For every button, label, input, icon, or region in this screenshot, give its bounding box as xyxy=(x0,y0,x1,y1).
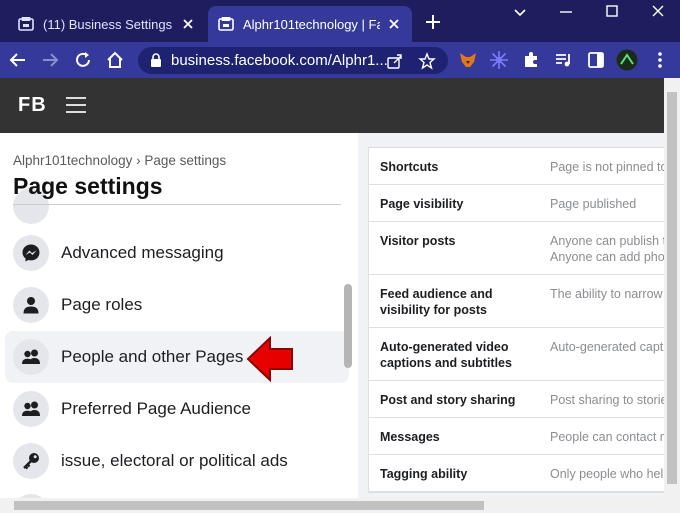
setting-value: Page published xyxy=(550,197,637,211)
menu-item-label: Page roles xyxy=(61,295,143,314)
key-icon xyxy=(13,443,49,479)
breadcrumb-separator: › xyxy=(136,153,141,168)
minimize-icon[interactable] xyxy=(556,4,576,20)
person-icon xyxy=(13,287,49,323)
menu-item-political-ads[interactable]: issue, electoral or political ads xyxy=(5,435,349,487)
maximize-icon[interactable] xyxy=(602,4,622,20)
messenger-icon xyxy=(13,235,49,271)
page-favicon-icon xyxy=(18,17,34,31)
setting-value: Only people who help xyxy=(550,467,664,481)
settings-row-shortcuts[interactable]: Shortcuts Page is not pinned to xyxy=(369,148,664,185)
media-playlist-icon[interactable] xyxy=(554,50,574,70)
page-vertical-scrollbar[interactable] xyxy=(664,78,680,498)
setting-name: Feed audience and visibility for posts xyxy=(380,287,493,317)
tab-business-settings[interactable]: (11) Business Settings xyxy=(8,6,206,42)
menu-item-page-roles[interactable]: Page roles xyxy=(5,279,349,331)
setting-name: Tagging ability xyxy=(380,467,468,481)
close-window-icon[interactable] xyxy=(648,4,668,20)
address-bar[interactable]: business.facebook.com/Alphr1... xyxy=(138,47,448,74)
settings-content: Shortcuts Page is not pinned to Page vis… xyxy=(358,133,664,498)
settings-row-visitor-posts[interactable]: Visitor posts Anyone can publish to Anyo… xyxy=(369,222,664,275)
facebook-top-bar: FB xyxy=(0,78,664,133)
setting-value: People can contact m xyxy=(550,430,664,444)
hamburger-menu-icon[interactable] xyxy=(66,97,86,115)
setting-value-line: Anyone can add photo xyxy=(550,250,664,264)
setting-name: Auto-generated video captions and subtit… xyxy=(380,340,512,370)
tab-title: Alphr101technology | Face xyxy=(243,16,380,32)
settings-row-tagging-ability[interactable]: Tagging ability Only people who help xyxy=(369,455,664,492)
settings-menu-list: Advanced messaging Page roles People and… xyxy=(5,227,349,487)
breadcrumb-current: Page settings xyxy=(144,153,227,168)
scrollbar-thumb[interactable] xyxy=(14,501,484,510)
settings-row-auto-captions[interactable]: Auto-generated video captions and subtit… xyxy=(369,328,664,381)
divider xyxy=(13,204,341,205)
browser-toolbar: business.facebook.com/Alphr1... xyxy=(0,42,680,78)
setting-value: Auto-generated captio xyxy=(550,340,664,354)
breadcrumb-parent[interactable]: Alphr101technology xyxy=(13,153,132,168)
extension-burst-icon[interactable] xyxy=(489,50,509,70)
menu-item-label: People and other Pages xyxy=(61,347,244,366)
new-tab-icon[interactable] xyxy=(424,13,442,31)
settings-row-feed-audience[interactable]: Feed audience and visibility for posts T… xyxy=(369,275,664,328)
settings-row-messages[interactable]: Messages People can contact m xyxy=(369,418,664,455)
tab-search-icon[interactable] xyxy=(510,4,530,20)
tab-close-icon[interactable] xyxy=(180,16,196,32)
setting-name: Messages xyxy=(380,430,440,444)
menu-item-preferred-page-audience[interactable]: Preferred Page Audience xyxy=(5,383,349,435)
back-arrow-icon[interactable] xyxy=(8,50,28,70)
sidebar-scrollbar-thumb[interactable] xyxy=(344,284,352,368)
red-pointer-arrow-icon xyxy=(246,336,293,382)
setting-name: Shortcuts xyxy=(380,160,439,174)
tab-alphr101technology[interactable]: Alphr101technology | Face xyxy=(208,6,412,42)
setting-value: The ability to narrow t xyxy=(550,287,664,301)
tab-close-icon[interactable] xyxy=(386,16,402,32)
menu-item-label: Advanced messaging xyxy=(61,243,224,262)
setting-value-line: Anyone can publish to xyxy=(550,234,664,248)
metamask-extension-icon[interactable] xyxy=(458,50,478,70)
settings-row-page-visibility[interactable]: Page visibility Page published xyxy=(369,185,664,222)
settings-sidebar: Alphr101technology › Page settings Page … xyxy=(0,133,358,498)
home-icon[interactable] xyxy=(105,50,125,70)
fb-logo[interactable]: FB xyxy=(18,94,47,117)
url-text: business.facebook.com/Alphr1... xyxy=(171,52,388,69)
reload-icon[interactable] xyxy=(73,50,93,70)
menu-item-people-and-other-pages[interactable]: People and other Pages xyxy=(5,331,349,383)
people-icon xyxy=(13,339,49,375)
side-panel-icon[interactable] xyxy=(586,50,606,70)
lock-icon[interactable] xyxy=(149,53,163,68)
scrollbar-thumb[interactable] xyxy=(667,92,677,484)
people-icon xyxy=(13,391,49,427)
setting-value: Anyone can publish to Anyone can add pho… xyxy=(550,233,664,265)
extensions-puzzle-icon[interactable] xyxy=(521,50,541,70)
setting-name: Post and story sharing xyxy=(380,393,516,407)
settings-table: Shortcuts Page is not pinned to Page vis… xyxy=(368,147,664,493)
setting-value: Post sharing to stories xyxy=(550,393,664,407)
page-horizontal-scrollbar[interactable] xyxy=(0,498,680,513)
browser-tab-bar: (11) Business Settings Alphr101technolog… xyxy=(0,0,680,42)
tab-title: (11) Business Settings xyxy=(43,16,173,32)
setting-name: Visitor posts xyxy=(380,234,456,248)
page-favicon-icon xyxy=(218,17,234,31)
menu-item-label: Preferred Page Audience xyxy=(61,399,251,418)
share-icon[interactable] xyxy=(386,52,404,70)
menu-item-advanced-messaging[interactable]: Advanced messaging xyxy=(5,227,349,279)
setting-name: Page visibility xyxy=(380,197,464,211)
breadcrumb: Alphr101technology › Page settings xyxy=(13,153,226,168)
profile-avatar-icon[interactable] xyxy=(616,49,638,71)
menu-item-label: issue, electoral or political ads xyxy=(61,451,288,470)
settings-row-post-sharing[interactable]: Post and story sharing Post sharing to s… xyxy=(369,381,664,418)
forward-arrow-icon[interactable] xyxy=(40,50,60,70)
browser-menu-icon[interactable] xyxy=(650,50,670,70)
setting-value: Page is not pinned to xyxy=(550,160,664,174)
page-title: Page settings xyxy=(13,173,163,199)
bookmark-star-icon[interactable] xyxy=(418,52,436,70)
